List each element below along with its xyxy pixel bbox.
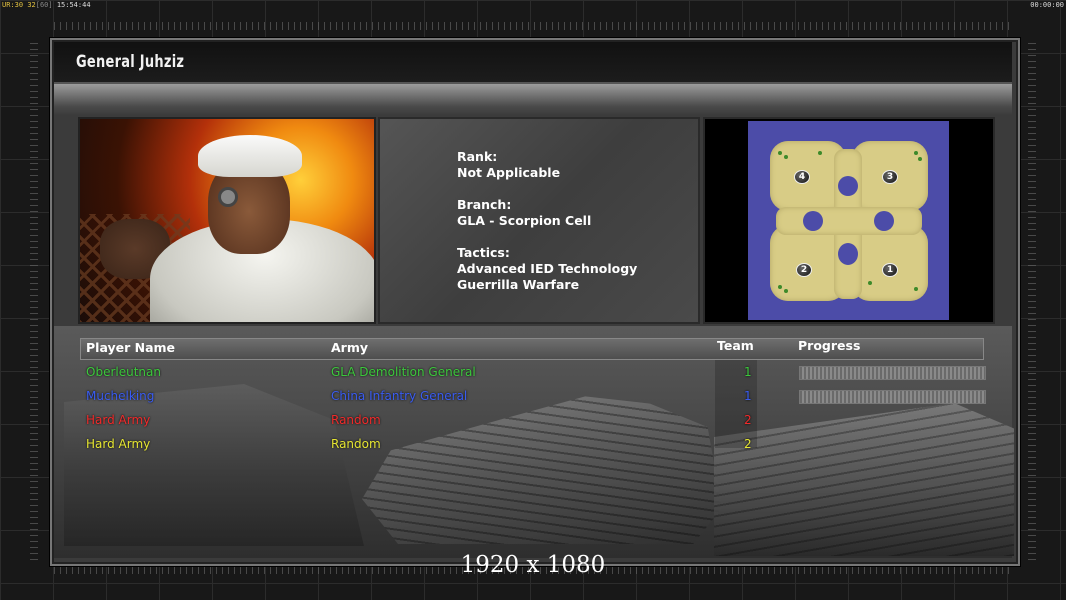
player-name: Hard Army: [86, 413, 151, 427]
header-army: Army: [331, 340, 369, 355]
rank-label: Rank:: [457, 149, 498, 164]
lake-w: [803, 211, 823, 231]
players-table-header: Player Name Army Team Progress: [80, 338, 984, 360]
land-bridge-h: [776, 207, 922, 235]
player-team: 1: [744, 365, 752, 379]
status-bar: UR:30 32[60] 15:54:44 00:00:00: [0, 0, 1066, 10]
players-panel: [54, 326, 1014, 558]
player-army: China Infantry General: [331, 389, 468, 403]
lake-s: [838, 243, 858, 265]
progress-fill: [800, 391, 985, 403]
player-name: Hard Army: [86, 437, 151, 451]
left-ruler: [30, 40, 38, 560]
header-player-name: Player Name: [86, 340, 176, 355]
fps-target: 32: [27, 1, 36, 9]
rank-value: Not Applicable: [457, 165, 561, 180]
map-preview: 4 3 2 1: [703, 117, 995, 324]
player-team: 2: [744, 413, 752, 427]
tree-icon: [914, 287, 918, 291]
tree-icon: [818, 151, 822, 155]
player-name: Oberleutnan: [86, 365, 161, 379]
tree-icon: [778, 285, 782, 289]
portrait-turban: [198, 135, 302, 177]
player-progress-bar: [799, 390, 986, 404]
player-team: 2: [744, 437, 752, 451]
start-position-marker: 1: [882, 263, 898, 277]
top-ruler: [54, 22, 1012, 30]
clock-time: 15:54:44: [56, 1, 91, 9]
tactic-item: Guerrilla Warfare: [457, 277, 580, 292]
portrait-headset: [218, 187, 238, 207]
start-position-marker: 4: [794, 170, 810, 184]
general-info-panel: Rank: Not Applicable Branch: GLA - Scorp…: [378, 117, 700, 324]
player-progress-bar: [799, 366, 986, 380]
lake-n: [838, 176, 858, 196]
start-position-marker: 2: [796, 263, 812, 277]
progress-fill: [800, 367, 985, 379]
general-title: General Juhziz: [76, 52, 185, 72]
branch-value: GLA - Scorpion Cell: [457, 213, 592, 228]
branch-label: Branch:: [457, 197, 512, 212]
tactic-item: Advanced IED Technology: [457, 261, 638, 276]
map-image: 4 3 2 1: [748, 121, 949, 320]
player-army: Random: [331, 413, 381, 427]
decorative-strip: [54, 84, 1012, 116]
player-army: GLA Demolition General: [331, 365, 476, 379]
game-timer: 00:00:00: [1030, 1, 1064, 9]
tree-icon: [784, 289, 788, 293]
header-team: Team: [717, 338, 754, 353]
player-team: 1: [744, 389, 752, 403]
tree-icon: [914, 151, 918, 155]
resolution-label: 1920 x 1080: [460, 552, 606, 578]
tactics-label: Tactics:: [457, 245, 510, 260]
right-ruler: [1028, 40, 1036, 560]
tree-icon: [918, 157, 922, 161]
tree-icon: [868, 281, 872, 285]
fps-readout: UR:30 32[60] 15:54:44: [2, 0, 91, 10]
title-bar: General Juhziz: [54, 42, 1012, 84]
header-progress: Progress: [798, 338, 861, 353]
player-name: Muchelking: [86, 389, 155, 403]
player-army: Random: [331, 437, 381, 451]
fps-prefix: UR:: [2, 1, 15, 9]
tree-icon: [778, 151, 782, 155]
fps-value: 30: [14, 1, 24, 9]
start-position-marker: 3: [882, 170, 898, 184]
tree-icon: [784, 155, 788, 159]
fps-detail: [60]: [35, 1, 53, 9]
tank-art-right: [714, 403, 1014, 556]
general-portrait: [78, 117, 376, 324]
lake-e: [874, 211, 894, 231]
